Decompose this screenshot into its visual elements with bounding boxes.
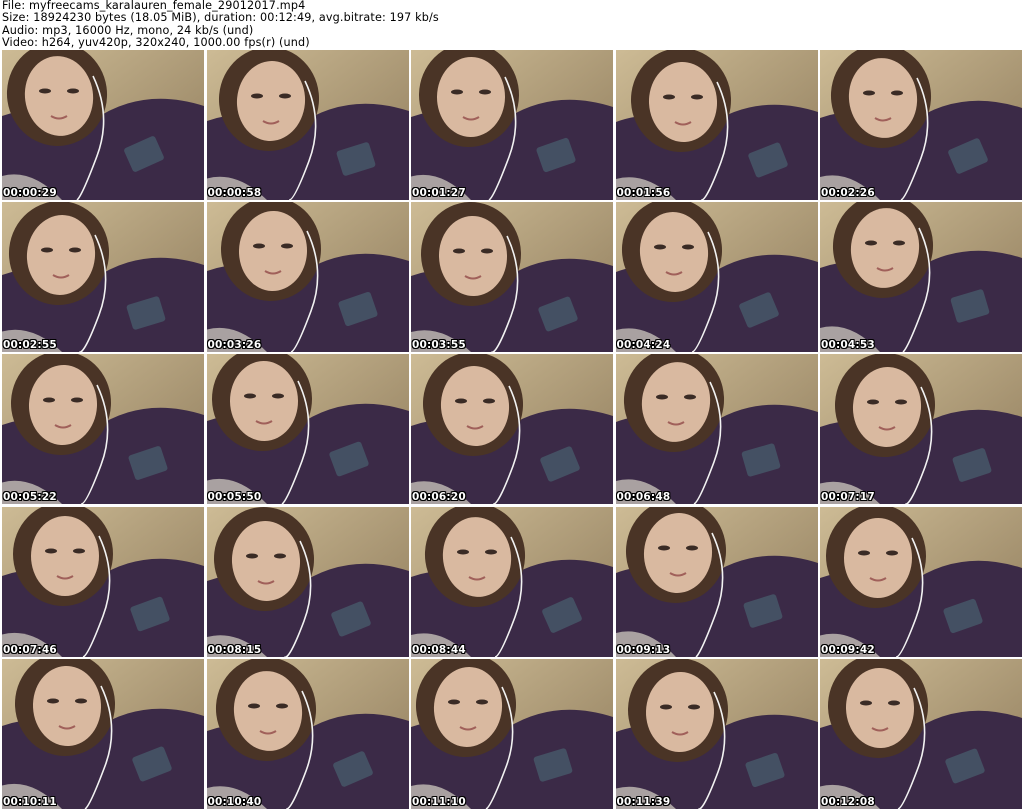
timestamp-label: 00:08:44: [412, 643, 466, 656]
thumbnail: 00:11:39: [615, 658, 818, 809]
file-info-header: File: myfreecams_karalauren_female_29012…: [2, 0, 1022, 50]
timestamp-label: 00:03:55: [412, 339, 466, 352]
video-frame-image: [411, 506, 613, 657]
thumbnail: 00:05:22: [2, 354, 204, 505]
thumbnail: 00:05:50: [206, 354, 409, 505]
thumbnail: 00:10:40: [206, 658, 409, 809]
video-frame-image: [206, 354, 409, 505]
video-frame-image: [206, 658, 409, 809]
thumbnail: 00:04:24: [615, 202, 818, 353]
timestamp-label: 00:09:13: [616, 643, 671, 656]
video-frame-image: [2, 658, 204, 809]
thumbnail: 00:04:53: [820, 202, 1022, 353]
video-frame-image: [206, 202, 409, 353]
video-frame-image: [615, 658, 818, 809]
video-frame-image: [615, 506, 818, 657]
timestamp-label: 00:10:40: [207, 795, 262, 808]
video-frame-image: [820, 354, 1022, 505]
thumbnail: 00:08:15: [206, 506, 409, 657]
thumbnail: 00:01:27: [411, 50, 613, 200]
thumbnail: 00:01:56: [615, 50, 818, 200]
thumbnail: 00:10:11: [2, 658, 204, 809]
video-frame-image: [820, 202, 1022, 353]
timestamp-label: 00:07:46: [3, 643, 57, 656]
timestamp-label: 00:12:08: [821, 795, 875, 808]
video-info-line: Video: h264, yuv420p, 320x240, 1000.00 f…: [2, 36, 310, 50]
timestamp-label: 00:07:17: [821, 491, 875, 504]
timestamp-label: 00:09:42: [821, 643, 875, 656]
video-frame-image: [206, 50, 409, 200]
thumbnail: 00:00:58: [206, 50, 409, 200]
timestamp-label: 00:01:56: [616, 187, 671, 199]
timestamp-label: 00:02:26: [821, 187, 875, 199]
thumbnail: 00:02:55: [2, 202, 204, 353]
thumbnail: 00:02:26: [820, 50, 1022, 200]
timestamp-label: 00:05:22: [3, 491, 57, 504]
timestamp-label: 00:03:26: [207, 339, 262, 352]
timestamp-label: 00:05:50: [207, 491, 262, 504]
thumbnail: 00:11:10: [411, 658, 613, 809]
thumbnail: 00:08:44: [411, 506, 613, 657]
video-frame-image: [2, 506, 204, 657]
video-frame-image: [411, 50, 613, 200]
timestamp-label: 00:11:39: [616, 795, 671, 808]
thumbnail-grid: 00:00:29 00:00:58 00:01:27 00:01:56 00:0…: [2, 50, 1022, 809]
thumbnail: 00:09:13: [615, 506, 818, 657]
thumbnail: 00:12:08: [820, 658, 1022, 809]
thumbnail: 00:09:42: [820, 506, 1022, 657]
timestamp-label: 00:08:15: [207, 643, 262, 656]
file-size-line: Size: 18924230 bytes (18.05 MiB), durati…: [2, 11, 439, 25]
timestamp-label: 00:00:29: [3, 187, 57, 199]
video-frame-image: [2, 50, 204, 200]
video-frame-image: [411, 658, 613, 809]
thumbnail: 00:07:17: [820, 354, 1022, 505]
timestamp-label: 00:02:55: [3, 339, 57, 352]
thumbnail: 00:03:55: [411, 202, 613, 353]
timestamp-label: 00:11:10: [412, 795, 466, 808]
video-frame-image: [820, 50, 1022, 200]
video-frame-image: [206, 506, 409, 657]
video-frame-image: [411, 354, 613, 505]
timestamp-label: 00:04:53: [821, 339, 875, 352]
video-frame-image: [820, 658, 1022, 809]
timestamp-label: 00:01:27: [412, 187, 466, 199]
video-frame-image: [820, 506, 1022, 657]
timestamp-label: 00:06:48: [616, 491, 671, 504]
video-frame-image: [2, 202, 204, 353]
timestamp-label: 00:10:11: [3, 795, 57, 808]
video-frame-image: [615, 202, 818, 353]
video-frame-image: [411, 202, 613, 353]
thumbnail: 00:00:29: [2, 50, 204, 200]
timestamp-label: 00:06:20: [412, 491, 466, 504]
video-frame-image: [615, 50, 818, 200]
thumbnail: 00:07:46: [2, 506, 204, 657]
thumbnail: 00:06:48: [615, 354, 818, 505]
video-frame-image: [615, 354, 818, 505]
thumbnail: 00:03:26: [206, 202, 409, 353]
thumbnail: 00:06:20: [411, 354, 613, 505]
timestamp-label: 00:00:58: [207, 187, 262, 199]
video-frame-image: [2, 354, 204, 505]
timestamp-label: 00:04:24: [616, 339, 671, 352]
